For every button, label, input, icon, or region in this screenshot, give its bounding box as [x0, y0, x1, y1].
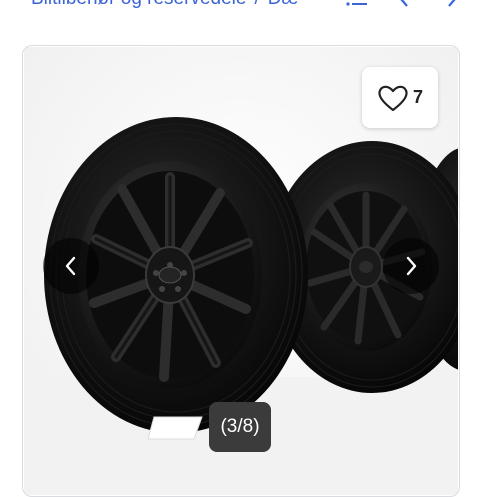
chevron-right-icon [406, 256, 417, 276]
image-counter: (3/8) [209, 402, 271, 452]
image-gallery-card: 7 (3/8) [22, 45, 460, 497]
list-icon[interactable] [346, 0, 368, 8]
breadcrumb: Biltilbehør og reservedele/Dæ [31, 0, 298, 10]
breadcrumb-separator: / [246, 0, 267, 9]
breadcrumb-item-subcategory[interactable]: Dæ [268, 0, 299, 9]
chevron-left-icon[interactable] [396, 0, 412, 8]
chevron-left-icon [65, 256, 76, 276]
heart-icon [378, 85, 408, 111]
favorite-count: 7 [412, 87, 423, 107]
top-navigation-bar: Biltilbehør og reservedele/Dæ [0, 0, 480, 22]
breadcrumb-item-category[interactable]: Biltilbehør og reservedele [31, 0, 246, 9]
chevron-right-icon[interactable] [444, 0, 460, 8]
previous-image-button[interactable] [43, 238, 99, 294]
next-image-button[interactable] [383, 238, 439, 294]
favorite-button[interactable]: 7 [362, 67, 438, 128]
